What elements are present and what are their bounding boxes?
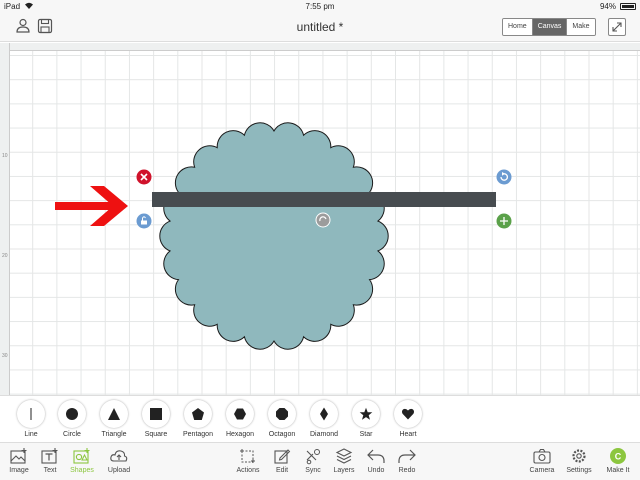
circle-icon <box>66 408 78 420</box>
redo-button[interactable]: Redo <box>390 447 424 474</box>
fullscreen-button[interactable] <box>608 18 626 36</box>
gear-icon <box>572 449 586 463</box>
upload-cloud-icon <box>110 450 128 462</box>
design-canvas[interactable] <box>10 51 640 395</box>
sync-button[interactable]: Sync <box>296 447 330 474</box>
battery-icon <box>620 3 636 10</box>
triangle-icon <box>108 408 120 420</box>
lock-handle[interactable] <box>136 213 152 229</box>
shape-octagon[interactable]: Octagon <box>260 400 304 438</box>
shape-pentagon[interactable]: Pentagon <box>176 400 220 438</box>
ruler-horizontal <box>10 43 640 51</box>
rotate-handle[interactable] <box>496 169 512 185</box>
sync-icon <box>306 449 320 465</box>
text-icon <box>41 448 58 464</box>
shapes-icon <box>73 448 90 464</box>
image-icon <box>10 448 27 464</box>
square-icon <box>150 408 162 420</box>
undo-icon <box>367 449 385 463</box>
view-switcher: Home Canvas Make <box>502 18 596 36</box>
hexagon-icon <box>234 408 246 420</box>
center-pivot-handle[interactable] <box>315 212 331 228</box>
layers-icon <box>335 448 353 464</box>
red-arrow-annotation <box>55 186 128 226</box>
text-button[interactable]: Text <box>33 447 67 474</box>
status-bar: iPad 7:55 pm 94% <box>0 0 640 12</box>
expand-icon <box>612 22 622 32</box>
scale-handle[interactable] <box>496 213 512 229</box>
actions-icon <box>240 449 255 463</box>
actions-button[interactable]: Actions <box>231 447 265 474</box>
camera-button[interactable]: Camera <box>525 447 559 474</box>
make-it-icon: C <box>610 448 626 464</box>
shape-circle[interactable]: Circle <box>50 400 94 438</box>
ruler-vertical: 10 20 30 <box>0 43 10 395</box>
canvas-header: untitled * Home Canvas Make <box>0 12 640 42</box>
make-it-button[interactable]: C Make It <box>601 447 635 474</box>
octagon-icon <box>276 408 288 420</box>
upload-button[interactable]: Upload <box>102 447 136 474</box>
shape-diamond[interactable]: Diamond <box>302 400 346 438</box>
shape-square[interactable]: Square <box>134 400 178 438</box>
edit-icon <box>274 449 291 464</box>
canvas-layer <box>55 122 512 350</box>
clock: 7:55 pm <box>305 2 335 11</box>
image-button[interactable]: Image <box>2 447 36 474</box>
delete-handle[interactable] <box>136 169 152 185</box>
ruler-label: 10 <box>2 153 8 159</box>
star-icon <box>359 407 373 420</box>
shape-heart[interactable]: Heart <box>386 400 430 438</box>
shape-star[interactable]: Star <box>344 400 388 438</box>
settings-button[interactable]: Settings <box>562 447 596 474</box>
shape-line[interactable]: Line <box>9 400 53 438</box>
ruler-label: 30 <box>2 353 8 359</box>
selected-bar-shape[interactable] <box>152 192 496 207</box>
scalloped-circle-shape[interactable] <box>159 122 389 350</box>
shapes-button[interactable]: Shapes <box>65 447 99 474</box>
line-icon <box>30 408 32 420</box>
shape-hexagon[interactable]: Hexagon <box>218 400 262 438</box>
ruler-label: 20 <box>2 253 8 259</box>
make-it-badge: C <box>615 451 622 461</box>
layers-button[interactable]: Layers <box>327 447 361 474</box>
camera-icon <box>533 448 551 464</box>
battery-percent: 94% <box>599 2 616 11</box>
diamond-icon <box>320 407 328 421</box>
shape-triangle[interactable]: Triangle <box>92 400 136 438</box>
heart-icon <box>401 408 415 420</box>
redo-icon <box>398 449 416 463</box>
tab-canvas[interactable]: Canvas <box>532 19 568 35</box>
tab-make[interactable]: Make <box>567 19 595 35</box>
shapes-panel: Line Circle Triangle Square Pentagon Hex… <box>0 395 640 443</box>
tab-home[interactable]: Home <box>503 19 533 35</box>
edit-button[interactable]: Edit <box>265 447 299 474</box>
pentagon-icon <box>192 408 204 420</box>
undo-button[interactable]: Undo <box>359 447 393 474</box>
bottom-toolbar: Image Text Shapes Upload Actions Edit Sy… <box>0 443 640 480</box>
